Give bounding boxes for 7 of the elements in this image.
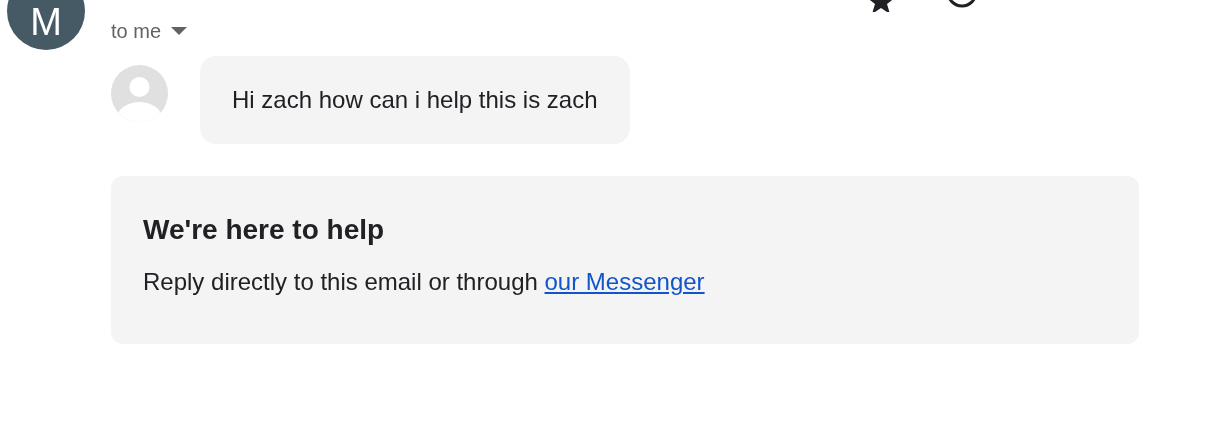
card-text: Reply directly to this email or through our Messenger	[143, 268, 706, 296]
sender-avatar: M	[7, 0, 85, 50]
message-bubble: Hi zach how can i help this is zach	[200, 56, 630, 144]
recipient-dropdown[interactable]: to me	[111, 14, 188, 48]
messenger-link[interactable]: our Messenger	[544, 268, 705, 295]
caret-icon	[171, 27, 188, 35]
card-title: We're here to help	[143, 214, 386, 246]
